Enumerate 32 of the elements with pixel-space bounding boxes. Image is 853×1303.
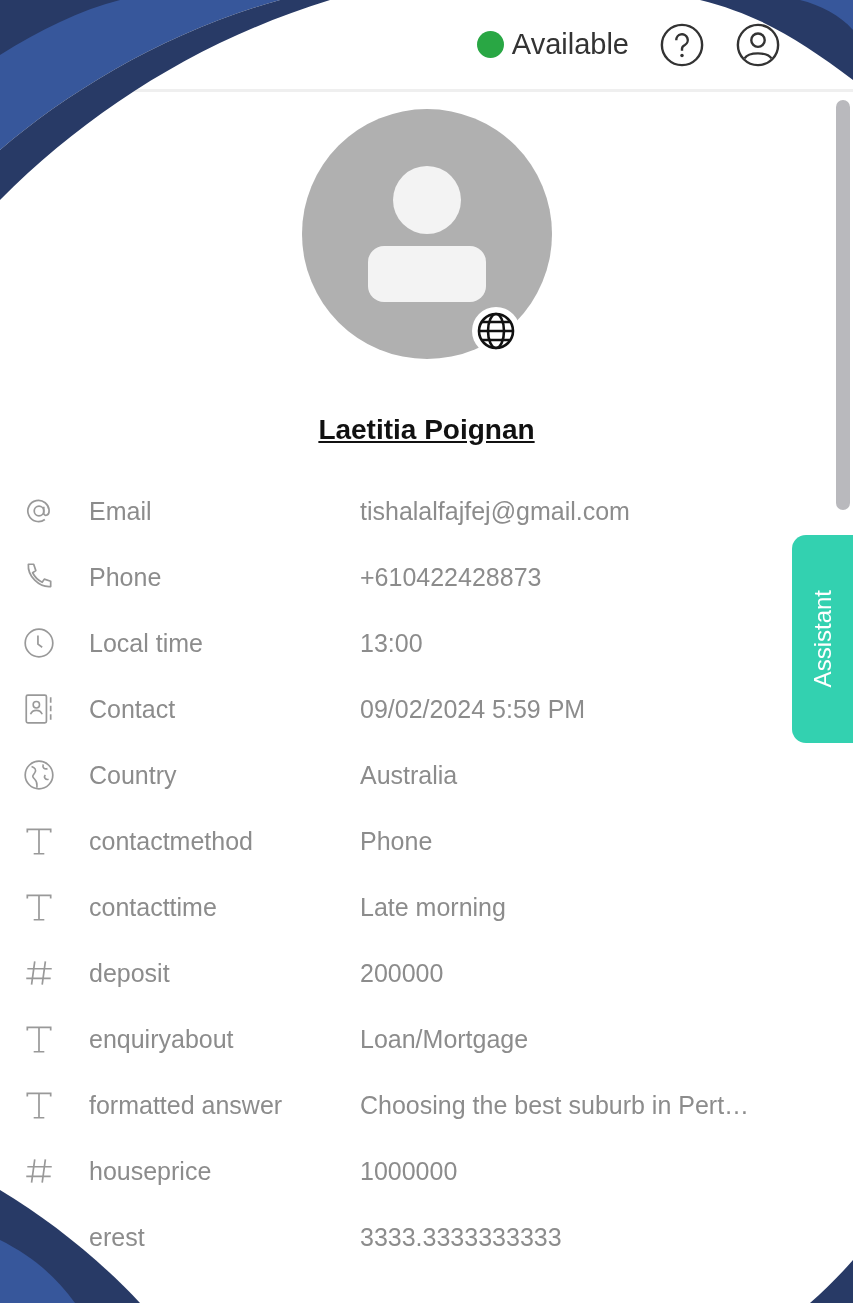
field-label: Contact bbox=[89, 694, 177, 724]
field-value: 09/02/2024 5:59 PM bbox=[360, 694, 586, 724]
field-value: +610422428873 bbox=[360, 562, 542, 592]
earth-icon bbox=[22, 758, 56, 792]
contact-name[interactable]: Laetitia Poignan bbox=[318, 414, 535, 446]
user-icon[interactable] bbox=[735, 21, 781, 68]
field-label: erest bbox=[89, 1222, 146, 1252]
field-value: tishalalfajfej@gmail.com bbox=[360, 496, 630, 526]
frame-arc-decoration bbox=[810, 1260, 853, 1303]
field-value: Late morning bbox=[360, 892, 506, 922]
field-value: 200000 bbox=[360, 958, 444, 988]
field-label: contactmethod bbox=[89, 826, 254, 856]
field-label: Phone bbox=[89, 562, 163, 592]
field-value: 13:00 bbox=[360, 628, 423, 658]
field-label: Email bbox=[89, 496, 153, 526]
field-label: deposit bbox=[89, 958, 171, 988]
help-icon[interactable] bbox=[659, 21, 705, 68]
field-value: Choosing the best suburb in Pert… bbox=[360, 1090, 750, 1120]
clock-icon bbox=[22, 626, 56, 660]
field-label: formatted answer bbox=[89, 1090, 284, 1120]
field-value: 3333.3333333333 bbox=[360, 1222, 562, 1252]
field-label: houseprice bbox=[89, 1156, 213, 1186]
field-value: 1000000 bbox=[360, 1156, 458, 1186]
field-label: enquiryabout bbox=[89, 1024, 235, 1054]
field-label: contacttime bbox=[89, 892, 218, 922]
field-label: Local time bbox=[89, 628, 204, 658]
scrollbar[interactable] bbox=[836, 100, 850, 510]
field-value: Phone bbox=[360, 826, 433, 856]
field-value: Australia bbox=[360, 760, 458, 790]
field-value: Loan/Mortgage bbox=[360, 1024, 529, 1054]
field-label: Country bbox=[89, 760, 178, 790]
status-label[interactable]: Available bbox=[511, 28, 629, 61]
